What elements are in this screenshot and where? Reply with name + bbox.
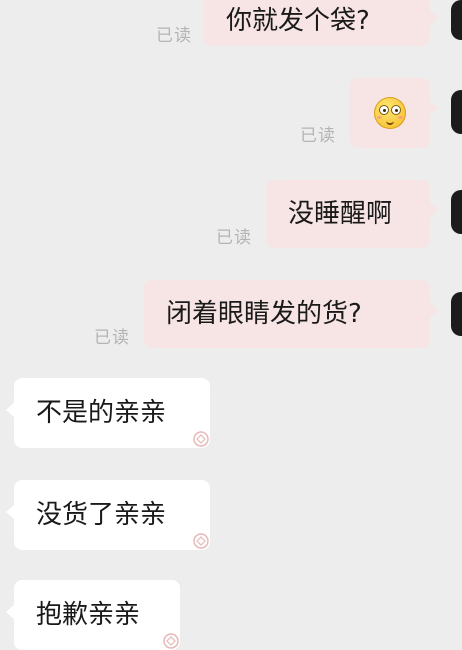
message-bubble[interactable]: 抱歉亲亲 [6,580,180,650]
message-row: 没货了亲亲 [0,480,462,552]
message-row: 已读 你就发个袋? [0,0,462,50]
message-text: 不是的亲亲 [36,398,167,428]
avatar[interactable] [451,0,462,40]
message-row: 已读 闭着眼睛发的货? [0,280,462,350]
message-row: 抱歉亲亲 [0,580,462,650]
message-text: 没睡醒啊 [288,199,393,229]
message-row: 已读 [0,78,462,150]
read-status: 已读 [216,228,252,248]
message-text: 闭着眼睛发的货? [166,299,362,329]
message-text: 没货了亲亲 [36,500,167,530]
message-bubble[interactable]: 闭着眼睛发的货? [144,280,438,348]
message-row: 已读 没睡醒啊 [0,180,462,250]
read-status: 已读 [300,126,336,146]
message-text: 抱歉亲亲 [36,600,141,630]
read-status: 已读 [156,26,192,46]
message-bubble[interactable]: 没睡醒啊 [266,180,438,248]
watermark-icon [163,633,179,649]
avatar[interactable] [451,90,462,134]
message-bubble[interactable]: 没货了亲亲 [6,480,210,550]
avatar[interactable] [451,292,462,336]
watermark-icon [193,431,209,447]
message-bubble[interactable]: 你就发个袋? [204,0,438,46]
message-row: 不是的亲亲 [0,378,462,450]
watermark-icon [193,533,209,549]
read-status: 已读 [94,328,130,348]
message-bubble[interactable]: 不是的亲亲 [6,378,210,448]
flushed-smiling-emoji-icon [374,97,406,129]
message-text: 你就发个袋? [226,6,370,36]
avatar[interactable] [451,190,462,234]
message-bubble[interactable] [350,78,438,148]
